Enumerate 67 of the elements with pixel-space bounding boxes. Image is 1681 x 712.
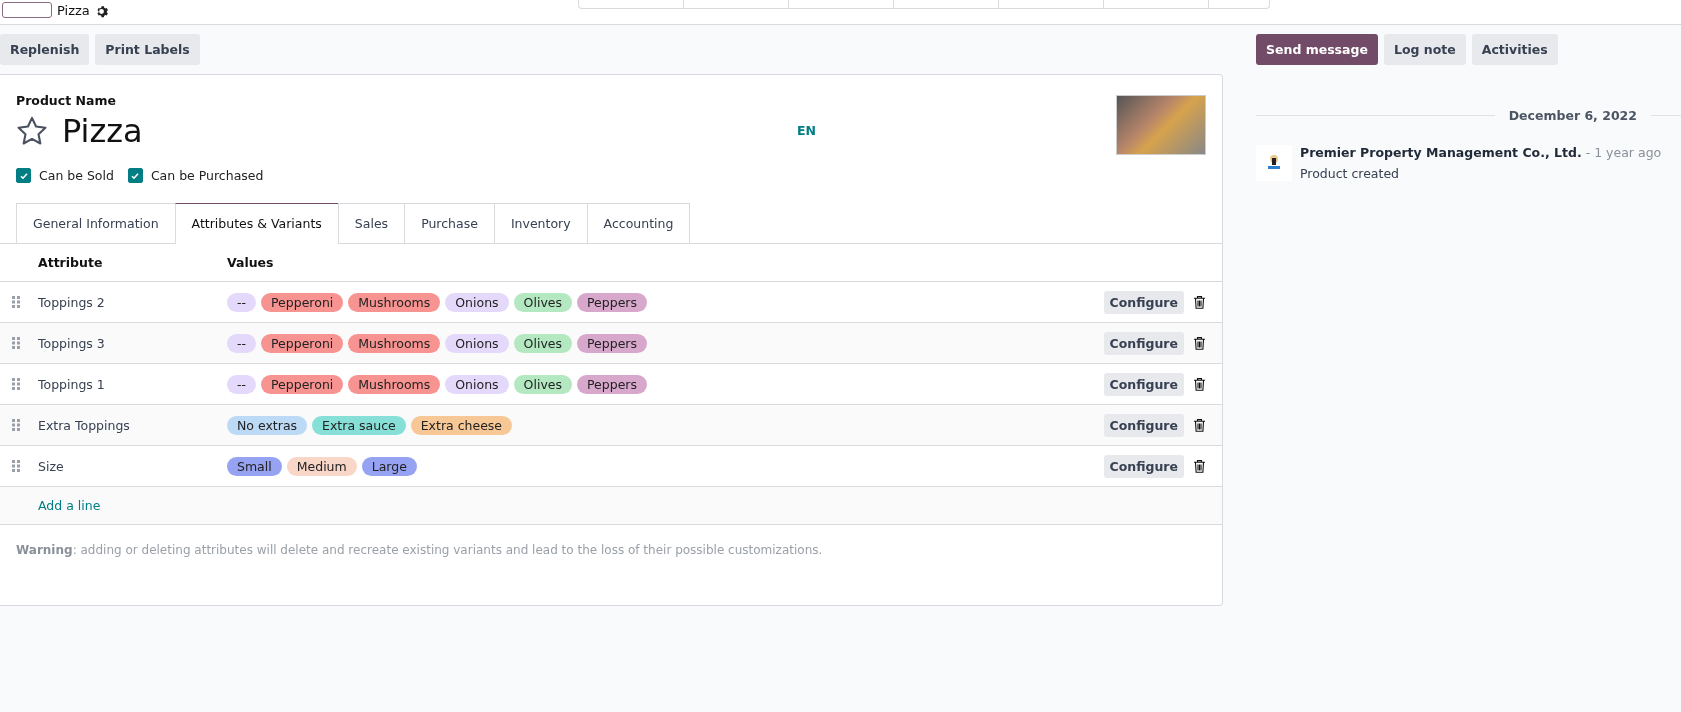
product-name-field[interactable]: Pizza (62, 112, 143, 150)
value-tag: Onions (445, 333, 509, 353)
value-tag: Pepperoni (261, 333, 344, 353)
tab[interactable]: General Information (16, 203, 176, 243)
value-tag: Peppers (577, 374, 647, 394)
photo-placeholder[interactable] (1116, 95, 1206, 155)
value-tag: Onions (445, 292, 509, 312)
value-tag: Olives (513, 374, 572, 394)
message-body: Product created (1300, 166, 1401, 181)
record-pager[interactable] (2, 2, 52, 18)
message-author[interactable]: Premier Property Management Co., Ltd. (1300, 145, 1582, 160)
value-tag: -- (227, 333, 257, 353)
value-tag: Olives (513, 292, 572, 312)
avatar-icon (1256, 145, 1292, 181)
configure-button[interactable]: Configure (1103, 331, 1184, 355)
value-tag: Mushrooms (348, 333, 441, 353)
value-tag: Mushrooms (348, 292, 441, 312)
delete-icon[interactable] (1194, 336, 1205, 350)
add-line-link[interactable]: Add a line (38, 498, 101, 513)
value-tag: Small (227, 456, 282, 476)
value-tag: Large (361, 456, 417, 476)
value-tag: Onions (445, 374, 509, 394)
value-tag: Medium (286, 456, 357, 476)
value-tag: Pepperoni (261, 292, 344, 312)
action-button[interactable]: Print Labels (95, 34, 200, 65)
column-header: Attribute (38, 255, 104, 270)
language-button[interactable]: EN (797, 123, 816, 138)
table-cell-text: Toppings 3 (38, 335, 106, 351)
delete-icon[interactable] (1194, 295, 1205, 309)
date-separator: December 6, 2022 (1508, 108, 1637, 123)
value-tag: Pepperoni (261, 374, 344, 394)
value-tag: -- (227, 292, 257, 312)
value-tag: Olives (513, 333, 572, 353)
delete-icon[interactable] (1194, 377, 1205, 391)
field-label: Product Name (16, 93, 117, 108)
delete-icon[interactable] (1194, 459, 1205, 473)
value-tag: Peppers (577, 333, 647, 353)
delete-icon[interactable] (1194, 418, 1205, 432)
breadcrumb-record[interactable]: Pizza (57, 2, 90, 18)
chatter-button[interactable]: Activities (1471, 34, 1558, 65)
configure-button[interactable]: Configure (1103, 372, 1184, 396)
column-header: Values (227, 255, 275, 270)
table-cell-text: Toppings 1 (38, 376, 106, 392)
checkbox[interactable] (16, 168, 31, 183)
checkbox[interactable] (127, 168, 143, 183)
configure-button[interactable]: Configure (1103, 290, 1184, 314)
value-tag: Extra sauce (312, 415, 406, 435)
value-tag: Mushrooms (348, 374, 441, 394)
checkbox-label: Can be Purchased (150, 168, 264, 183)
checkbox-label: Can be Sold (39, 168, 114, 183)
tab[interactable]: Attributes & Variants (174, 203, 339, 244)
table-cell-text: Extra Toppings (38, 417, 131, 433)
configure-button[interactable]: Configure (1103, 454, 1184, 478)
warning-text: Warning: adding or deleting attributes will delete and recreate existing variants and lead to the loss of their possible customizations. (15, 542, 824, 559)
value-tag: Peppers (577, 292, 647, 312)
tab[interactable]: Accounting (586, 203, 691, 243)
table-cell-text: Size (38, 458, 65, 474)
table-cell-text: Toppings 2 (38, 294, 106, 310)
value-tag: Extra cheese (410, 415, 513, 435)
chatter-button[interactable]: Log note (1383, 34, 1466, 65)
chatter-button[interactable]: Send message (1256, 34, 1378, 65)
value-tag: No extras (227, 415, 308, 435)
star-icon[interactable] (16, 116, 48, 146)
value-tag: -- (227, 374, 257, 394)
message-time: - 1 year ago (1585, 145, 1662, 160)
configure-button[interactable]: Configure (1103, 413, 1184, 437)
action-button[interactable]: Replenish (0, 34, 90, 65)
